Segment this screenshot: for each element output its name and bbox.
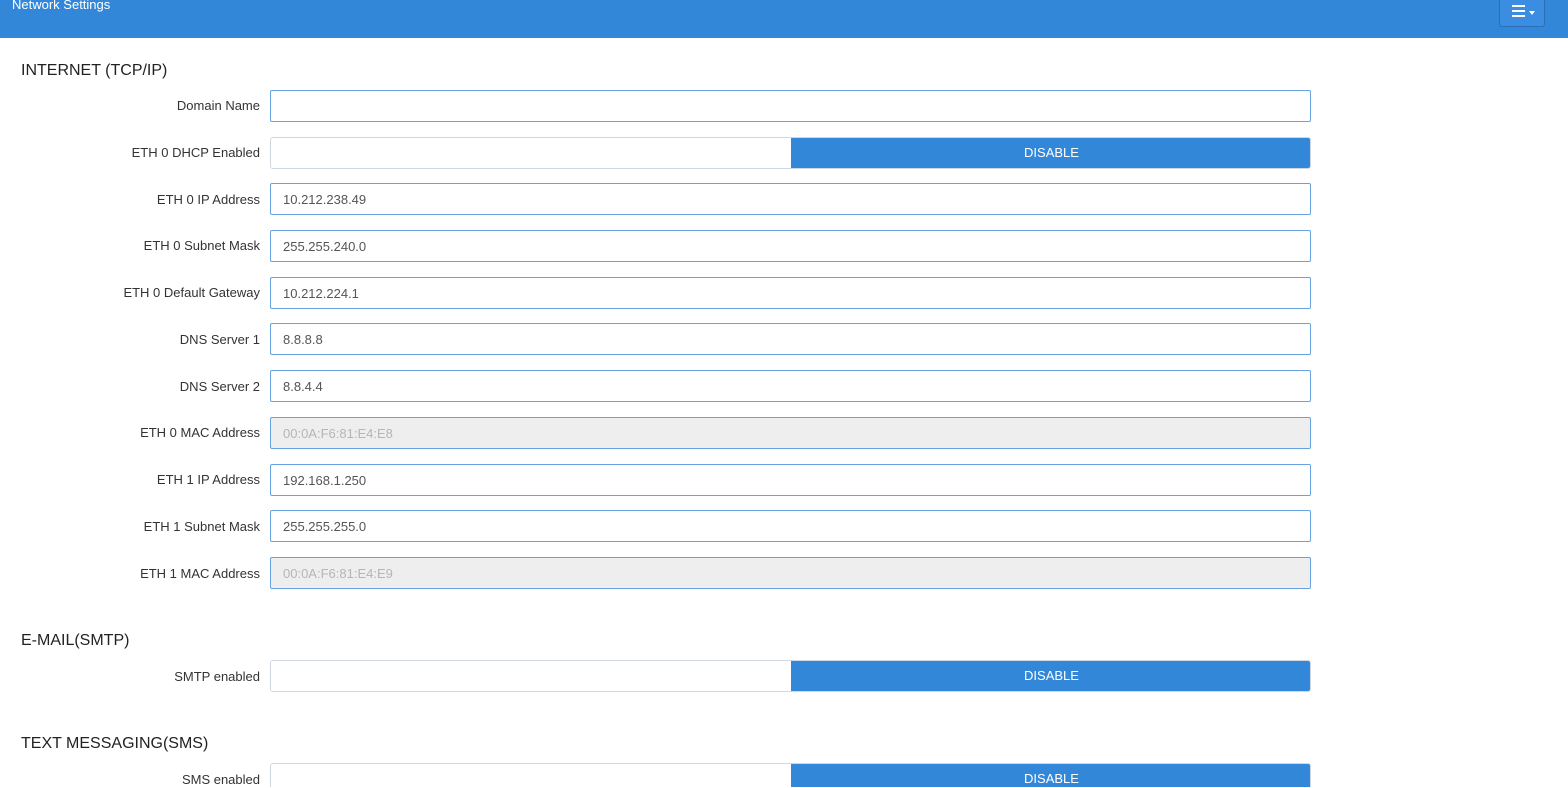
domain-name-input[interactable] <box>270 90 1311 122</box>
section-title-email: E-MAIL(SMTP) <box>21 632 130 649</box>
sms-enabled-toggle[interactable]: DISABLE <box>270 763 1311 787</box>
hamburger-icon <box>1512 5 1525 17</box>
eth1-ip-input[interactable] <box>270 464 1311 496</box>
dns1-label: DNS Server 1 <box>179 332 260 347</box>
eth0-mac-label: ETH 0 MAC Address <box>140 425 260 440</box>
eth0-dhcp-label: ETH 0 DHCP Enabled <box>131 145 260 160</box>
eth0-ip-label: ETH 0 IP Address <box>156 192 260 207</box>
eth0-subnet-input[interactable] <box>270 230 1311 262</box>
sms-enabled-label: SMS enabled <box>181 772 260 787</box>
page-title: Network Settings <box>12 0 111 12</box>
domain-name-label: Domain Name <box>176 98 260 113</box>
section-title-internet: INTERNET (TCP/IP) <box>21 62 168 79</box>
eth0-mac-field <box>270 417 1311 449</box>
eth0-dhcp-enable-option[interactable] <box>271 138 791 168</box>
eth1-mac-label: ETH 1 MAC Address <box>140 566 260 581</box>
caret-down-icon <box>1529 11 1535 15</box>
eth1-subnet-input[interactable] <box>270 510 1311 542</box>
section-title-sms: TEXT MESSAGING(SMS) <box>21 735 209 752</box>
eth1-subnet-label: ETH 1 Subnet Mask <box>143 519 260 534</box>
eth0-ip-input[interactable] <box>270 183 1311 215</box>
dns2-input[interactable] <box>270 370 1311 402</box>
eth1-mac-field <box>270 557 1311 589</box>
sms-enable-option[interactable] <box>271 764 791 787</box>
eth1-ip-label: ETH 1 IP Address <box>156 472 260 487</box>
dns2-label: DNS Server 2 <box>179 379 260 394</box>
header-bar: Network Settings <box>0 0 1568 38</box>
dns1-input[interactable] <box>270 323 1311 355</box>
smtp-enable-option[interactable] <box>271 661 791 691</box>
sms-disable-option[interactable]: DISABLE <box>791 764 1310 787</box>
smtp-enabled-toggle[interactable]: DISABLE <box>270 660 1311 692</box>
eth0-gateway-input[interactable] <box>270 277 1311 309</box>
eth0-gateway-label: ETH 0 Default Gateway <box>123 285 260 300</box>
menu-dropdown-button[interactable] <box>1499 0 1545 27</box>
eth0-dhcp-toggle[interactable]: DISABLE <box>270 137 1311 169</box>
eth0-dhcp-disable-option[interactable]: DISABLE <box>791 138 1310 168</box>
smtp-enabled-label: SMTP enabled <box>174 669 260 684</box>
eth0-subnet-label: ETH 0 Subnet Mask <box>143 238 260 253</box>
smtp-disable-option[interactable]: DISABLE <box>791 661 1310 691</box>
